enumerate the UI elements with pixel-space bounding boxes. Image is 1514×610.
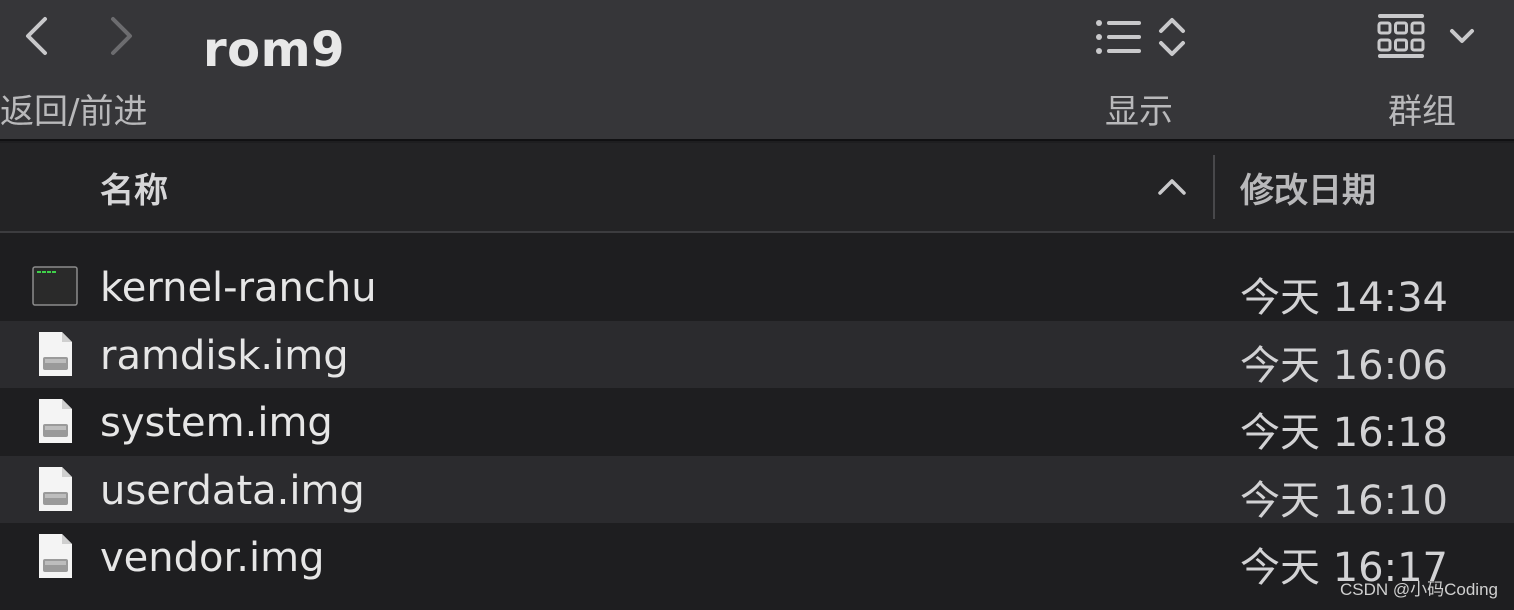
up-down-chevron-icon [1159,18,1185,56]
column-header-name[interactable]: 名称 [100,163,168,212]
disk-image-icon [39,466,72,511]
file-name: userdata.img [100,467,365,514]
file-date: 今天 16:06 [1240,342,1448,389]
nav-label: 返回/前进 [0,92,148,132]
grid-group-icon [1377,14,1425,58]
file-row[interactable]: userdata.img 今天 16:10 [0,455,1514,524]
file-date: 今天 14:34 [1240,275,1448,321]
back-button[interactable] [18,14,54,58]
column-header-date[interactable]: 修改日期 [1240,163,1376,212]
disk-image-icon [39,399,72,443]
file-name: ramdisk.img [100,332,349,379]
file-row[interactable]: vendor.img 今天 16:17 [0,523,1514,591]
file-row[interactable]: ramdisk.img 今天 16:06 [0,320,1514,389]
disk-image-icon [39,331,72,376]
view-label: 显示 [1105,92,1173,132]
column-divider[interactable] [1213,155,1215,219]
file-name: kernel-ranchu [100,265,377,311]
file-list: kernel-ranchu 今天 14:34 ramdisk.img 今天 16… [0,253,1514,591]
file-row[interactable]: kernel-ranchu 今天 14:34 [0,253,1514,321]
watermark: CSDN @小码Coding [1339,580,1498,599]
group-label: 群组 [1388,92,1456,132]
window-title: rom9 [203,22,346,78]
file-date: 今天 16:18 [1240,410,1448,456]
column-header-row: 名称 修改日期 [0,143,1514,233]
chevron-right-icon [111,17,132,55]
chevron-left-icon [26,17,47,55]
group-button[interactable] [1376,10,1486,62]
list-view-icon [1096,20,1141,54]
chevron-up-icon[interactable] [1156,173,1188,199]
chevron-down-icon [1450,29,1474,43]
file-date: 今天 16:10 [1240,477,1448,524]
file-row[interactable]: system.img 今天 16:18 [0,388,1514,456]
disk-image-icon [39,534,72,578]
file-name: system.img [100,400,333,446]
terminal-exec-icon [32,266,78,306]
view-options-button[interactable] [1095,12,1205,62]
toolbar: rom9 返回/前进 显示 群组 [0,0,1514,141]
file-name: vendor.img [100,535,325,581]
forward-button[interactable] [104,14,140,58]
